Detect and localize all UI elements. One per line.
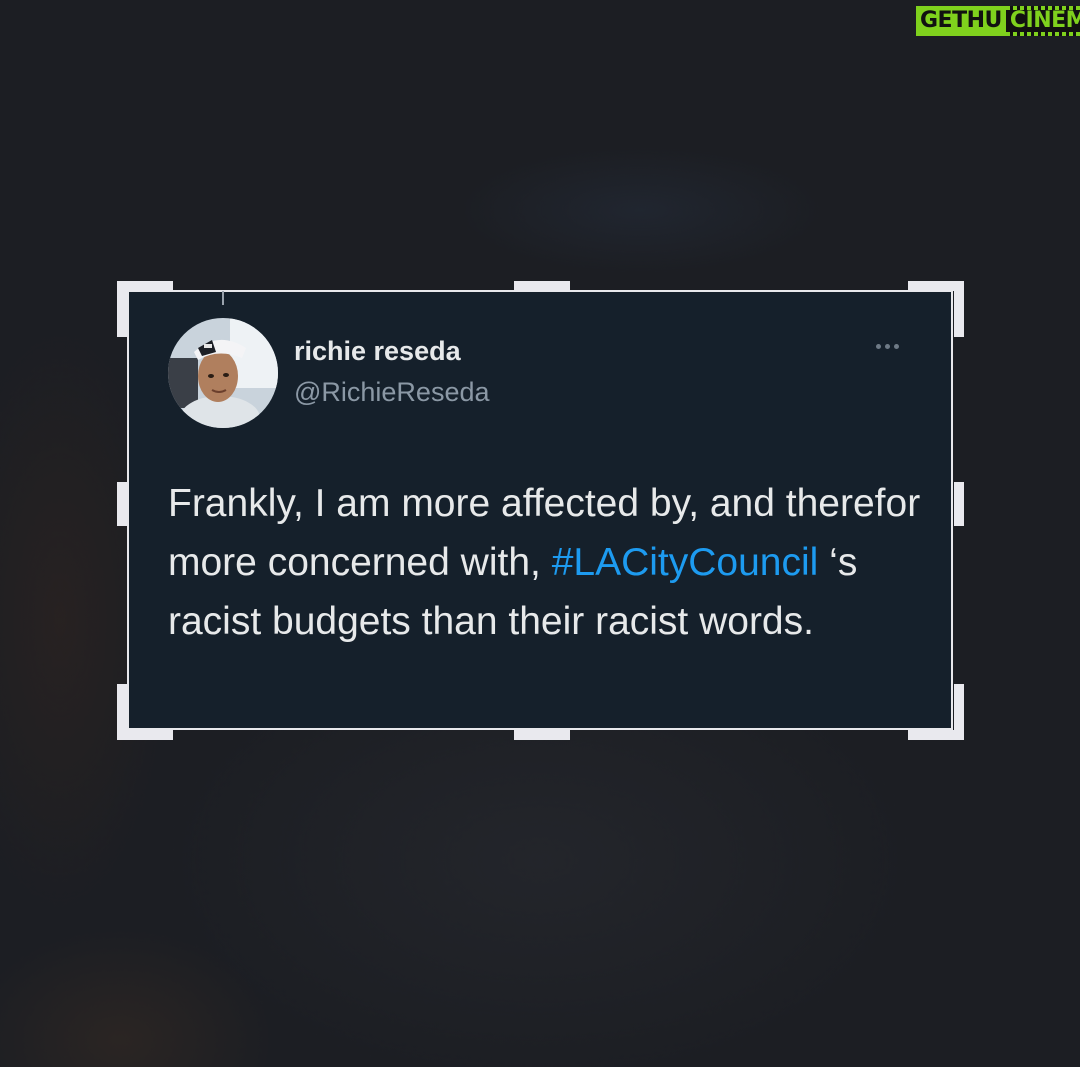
more-dot bbox=[876, 344, 881, 349]
crop-handle-mid-left[interactable] bbox=[117, 482, 127, 526]
film-strip-bottom bbox=[1005, 32, 1080, 36]
crop-handle-bottom-right-v[interactable] bbox=[954, 684, 964, 740]
more-options-icon[interactable] bbox=[876, 344, 899, 349]
watermark-part-1: GETHU bbox=[916, 6, 1006, 36]
crop-handle-top-mid[interactable] bbox=[514, 281, 570, 291]
avatar[interactable] bbox=[168, 318, 278, 428]
watermark-logo: GETHU CINEMA bbox=[916, 6, 1080, 36]
film-strip-top bbox=[1005, 6, 1080, 10]
avatar-image bbox=[168, 318, 278, 428]
crop-handle-top-left-v[interactable] bbox=[117, 281, 127, 337]
watermark-part-2: CINEMA bbox=[1005, 6, 1080, 36]
crop-handle-bottom-mid[interactable] bbox=[514, 730, 570, 740]
guide-tick bbox=[222, 291, 224, 305]
crop-handle-top-right-v[interactable] bbox=[954, 281, 964, 337]
hashtag-link[interactable]: #LACityCouncil bbox=[552, 541, 819, 584]
more-dot bbox=[894, 344, 899, 349]
watermark-part-2-text: CINEMA bbox=[1009, 8, 1080, 33]
username-handle[interactable]: @RichieReseda bbox=[294, 377, 490, 408]
crop-handle-mid-right[interactable] bbox=[954, 482, 964, 526]
display-name[interactable]: richie reseda bbox=[294, 336, 461, 367]
tweet-text: Frankly, I am more affected by, and ther… bbox=[168, 474, 938, 651]
more-dot bbox=[885, 344, 890, 349]
crop-handle-bottom-left-v[interactable] bbox=[117, 684, 127, 740]
